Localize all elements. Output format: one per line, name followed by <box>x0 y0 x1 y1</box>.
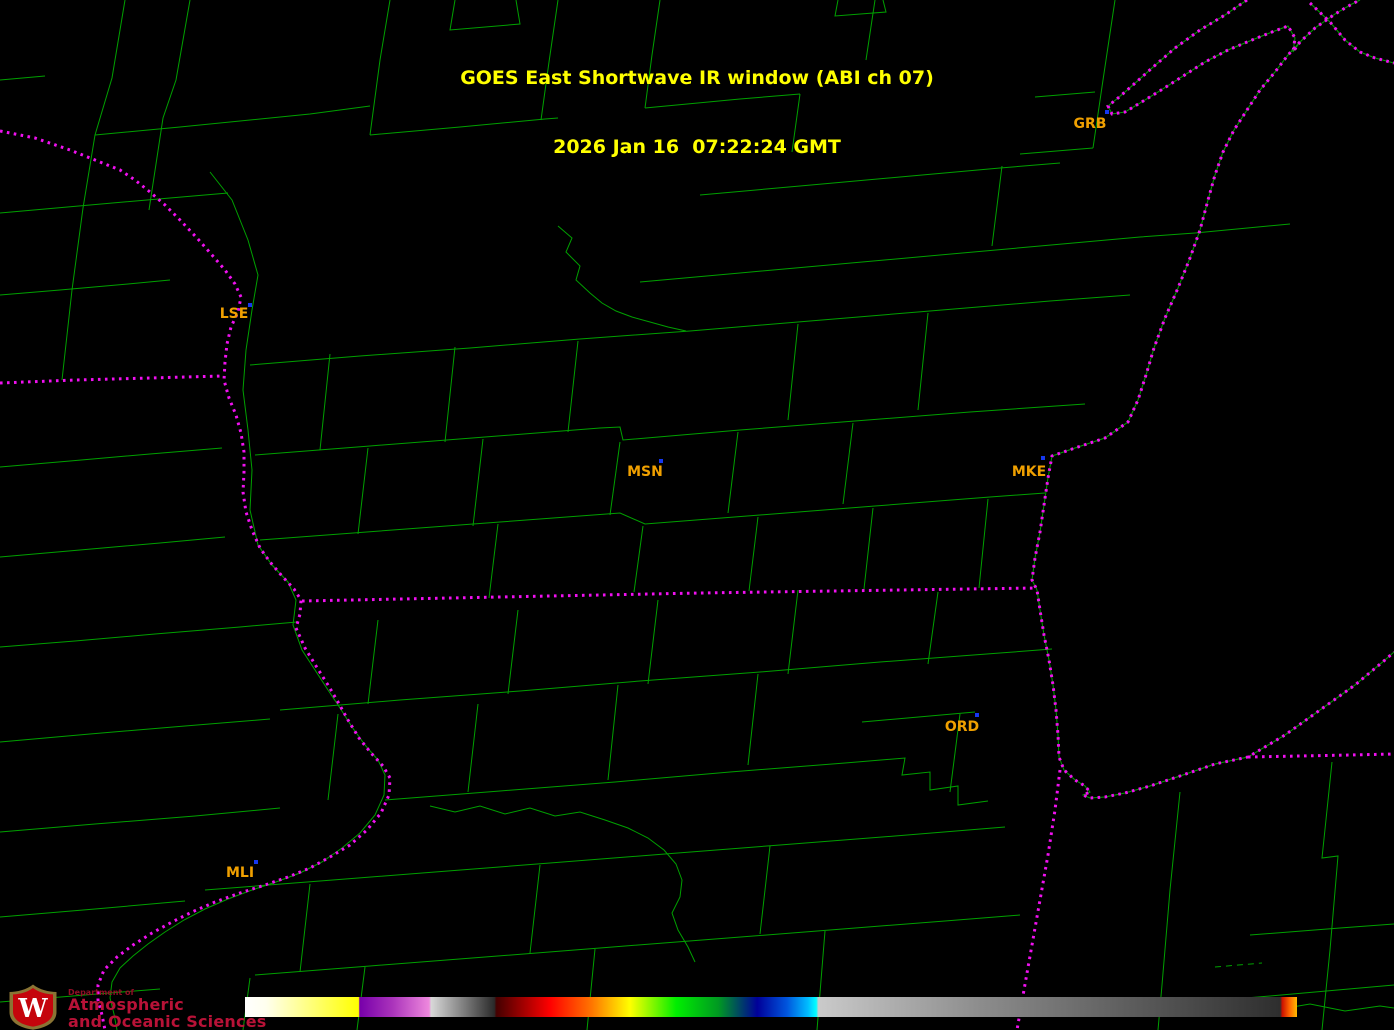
title-line-2: 2026 Jan 16 07:22:24 GMT <box>0 136 1394 159</box>
temperature-colorbar <box>245 997 1297 1017</box>
county-boundary-line <box>690 295 1130 331</box>
uw-aos-logo: W Department of Atmospheric and Oceanic … <box>8 984 266 1030</box>
county-boundary-line <box>489 524 498 598</box>
state-border-dotted-line <box>0 131 390 1030</box>
county-boundary-line <box>634 526 643 592</box>
county-boundary-line <box>0 622 297 647</box>
logo-text: Department of Atmospheric and Oceanic Sc… <box>68 984 266 1030</box>
county-boundary-line <box>610 442 620 515</box>
dashed-county-boundary-line <box>1215 963 1262 967</box>
station-marker-ord <box>975 713 979 717</box>
county-boundary-line <box>250 331 690 365</box>
satellite-image-viewer: LSEGRBMSNMKEORDMLI GOES East Shortwave I… <box>0 0 1394 1030</box>
county-boundary-line <box>0 537 225 557</box>
county-boundary-line <box>0 448 222 467</box>
county-boundary-line <box>788 324 798 420</box>
county-boundary-line <box>728 432 738 513</box>
county-boundary-line <box>0 280 170 295</box>
county-boundary-line <box>255 404 1085 455</box>
title-line-1: GOES East Shortwave IR window (ABI ch 07… <box>0 67 1394 90</box>
state-border-dotted-line <box>1017 770 1060 1030</box>
county-boundary-line <box>358 448 368 534</box>
county-boundary-line <box>110 172 385 1030</box>
station-label-mli: MLI <box>226 865 254 881</box>
county-boundary-line <box>0 901 185 917</box>
crest-w-letter: W <box>17 994 48 1024</box>
county-boundary-line <box>468 704 478 792</box>
county-boundary-line <box>788 590 798 674</box>
county-boundary-line <box>385 758 988 805</box>
county-boundary-line <box>587 949 595 1030</box>
county-boundary-line <box>368 620 378 704</box>
county-boundary-line <box>300 884 310 972</box>
station-label-lse: LSE <box>220 306 249 322</box>
station-marker-mke <box>1041 456 1045 460</box>
uw-crest-icon: W <box>8 984 58 1030</box>
county-boundary-line <box>1158 792 1180 1030</box>
county-boundary-line <box>640 233 1195 282</box>
logo-name-line-2: and Oceanic Sciences <box>68 1014 266 1030</box>
station-marker-mli <box>254 860 258 864</box>
county-boundary-line <box>835 0 886 16</box>
county-boundary-line <box>928 592 938 664</box>
county-boundary-line <box>255 915 1020 975</box>
county-boundary-line <box>280 649 1052 710</box>
county-boundary-line <box>749 517 758 591</box>
county-boundary-line <box>568 341 578 432</box>
state-border-dotted-line <box>1248 754 1394 757</box>
county-boundary-line <box>0 808 280 832</box>
county-boundary-line <box>260 493 1045 540</box>
county-boundary-line <box>843 423 853 504</box>
station-label-mke: MKE <box>1012 464 1046 480</box>
county-boundary-line <box>748 674 758 765</box>
county-boundary-line <box>320 354 330 450</box>
county-boundary-line <box>1195 224 1290 233</box>
image-title: GOES East Shortwave IR window (ABI ch 07… <box>0 21 1394 205</box>
county-boundary-line <box>430 806 695 962</box>
state-border-dotted-line <box>302 588 1037 601</box>
county-boundary-line <box>558 226 686 331</box>
county-boundary-line <box>648 600 658 684</box>
county-boundary-line <box>608 685 618 780</box>
state-border-dotted-line <box>0 376 222 383</box>
county-boundary-line <box>918 313 928 410</box>
county-boundary-line <box>0 719 270 742</box>
county-boundary-line <box>473 439 483 526</box>
county-boundary-line <box>979 499 988 588</box>
county-boundary-line <box>760 846 770 934</box>
county-boundary-line <box>530 865 540 953</box>
county-boundary-line <box>508 610 518 694</box>
county-boundary-line <box>864 508 873 589</box>
county-boundary-line <box>445 347 455 442</box>
county-boundary-line <box>328 714 338 800</box>
station-marker-msn <box>659 459 663 463</box>
county-boundary-line <box>1250 924 1394 935</box>
station-label-msn: MSN <box>627 464 663 480</box>
station-label-ord: ORD <box>945 719 979 735</box>
station-marker-lse <box>248 303 252 307</box>
